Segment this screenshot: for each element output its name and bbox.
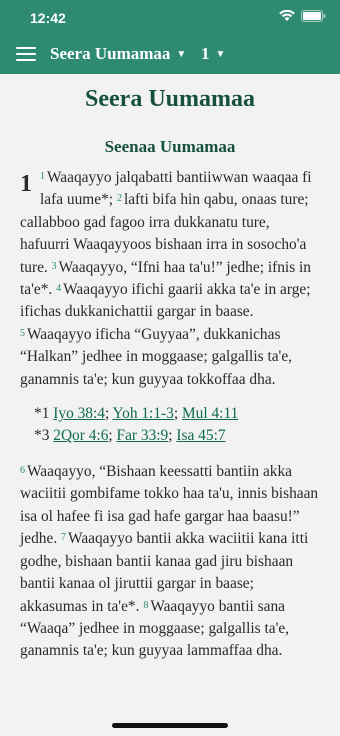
footnotes: *1 Iyo 38:4; Yoh 1:1-3; Mul 4:11 *3 2Qor… — [34, 403, 320, 447]
footnote-row: *3 2Qor 4:6; Far 33:9; Isa 45:7 — [34, 427, 226, 445]
book-selector[interactable]: Seera Uumamaa ▼ — [50, 44, 186, 64]
footnote-label: *1 — [34, 405, 50, 423]
chapter-selector[interactable]: 1 ▼ — [201, 44, 225, 64]
verse-number[interactable]: 3 — [52, 261, 57, 272]
chevron-down-icon: ▼ — [176, 48, 187, 60]
status-icons — [279, 10, 326, 22]
menu-icon[interactable] — [16, 47, 36, 61]
battery-icon — [301, 10, 326, 22]
paragraph-1: 1 1 Waaqayyo jalqabatti bantiiwwan waaqaa… — [20, 167, 320, 391]
cross-reference-link[interactable]: Far 33:9 — [117, 427, 169, 444]
book-name: Seera Uumamaa — [50, 44, 171, 63]
cross-reference-link[interactable]: Iyo 38:4 — [53, 405, 105, 422]
section-heading: Seenaa Uumamaa — [104, 137, 236, 156]
chapter-number: 1 — [201, 44, 210, 63]
cross-reference-link[interactable]: Isa 45:7 — [176, 427, 225, 444]
verse-number[interactable]: 5 — [20, 328, 25, 339]
cross-reference-link[interactable]: Mul 4:11 — [182, 405, 238, 422]
verse-text: Waaqayyo ificha “Guyyaa”, dukkanichas “H… — [20, 325, 292, 388]
verse-text: Waaqayyo ifichi gaarii akka ta'e in arge… — [20, 281, 311, 321]
footnote-row: *1 Iyo 38:4; Yoh 1:1-3; Mul 4:11 — [34, 405, 239, 423]
chapter-number-large: 1 — [20, 171, 32, 197]
cross-reference-link[interactable]: Yoh 1:1-3 — [113, 405, 174, 422]
chevron-down-icon: ▼ — [215, 48, 226, 60]
home-indicator[interactable] — [112, 723, 228, 728]
verse-number[interactable]: 1 — [40, 171, 45, 182]
cross-reference-link[interactable]: 2Qor 4:6 — [53, 427, 108, 444]
verse-number[interactable]: 6 — [20, 465, 25, 476]
verse-number[interactable]: 8 — [143, 600, 148, 611]
wifi-icon — [279, 10, 295, 21]
scripture-content[interactable]: Seera Uumamaa Seenaa Uumamaa 1 1 Waaqayyo… — [0, 74, 340, 736]
book-title: Seera Uumamaa — [85, 86, 255, 112]
verse-number[interactable]: 2 — [117, 193, 122, 204]
footnote-label: *3 — [34, 427, 50, 445]
verse-number[interactable]: 4 — [56, 283, 61, 294]
status-time: 12:42 — [30, 10, 66, 26]
paragraph-2: 6 Waaqayyo, “Bishaan keessatti bantiin ak… — [20, 461, 320, 663]
verse-number[interactable]: 7 — [61, 532, 66, 543]
app-header: 12:42 Seera Uumamaa ▼ 1 ▼ — [0, 0, 340, 74]
